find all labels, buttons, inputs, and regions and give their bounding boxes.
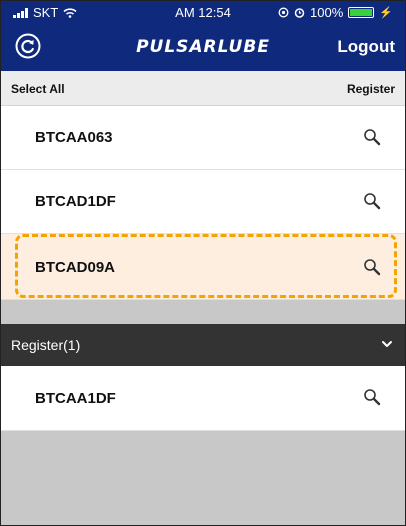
status-right: 100% ⚡: [278, 5, 393, 20]
registered-section-header[interactable]: Register(1): [1, 324, 405, 366]
alarm-icon: [294, 8, 305, 18]
select-all-button[interactable]: Select All: [11, 82, 65, 96]
device-row-highlighted[interactable]: BTCAD09A: [1, 234, 405, 300]
search-icon[interactable]: [363, 192, 381, 210]
app-header: PULSARLUBE Logout: [1, 25, 405, 71]
device-name: BTCAD1DF: [35, 193, 116, 210]
list-spacer: [1, 302, 405, 324]
registered-device-row[interactable]: BTCAA1DF: [1, 366, 405, 431]
phone-screen: SKT AM 12:54 100% ⚡ PULSARLUBE Logout Se…: [0, 0, 406, 526]
top-bar: SKT AM 12:54 100% ⚡ PULSARLUBE Logout: [1, 1, 405, 71]
section-title: Register(1): [11, 337, 81, 353]
device-row[interactable]: BTCAA063: [1, 106, 405, 170]
device-name: BTCAD09A: [35, 259, 116, 276]
battery-percent: 100%: [310, 5, 344, 20]
search-icon[interactable]: [363, 128, 381, 146]
chevron-down-icon[interactable]: [381, 338, 393, 350]
charging-icon: ⚡: [379, 7, 393, 19]
device-name: BTCAA1DF: [35, 390, 116, 407]
action-bar: Select All Register: [1, 71, 405, 106]
register-button[interactable]: Register: [347, 82, 395, 96]
empty-area: [1, 431, 405, 525]
device-row[interactable]: BTCAD1DF: [1, 170, 405, 234]
status-bar: SKT AM 12:54 100% ⚡: [1, 1, 405, 25]
device-name: BTCAA063: [35, 129, 113, 146]
logout-button[interactable]: Logout: [337, 37, 395, 57]
search-icon[interactable]: [363, 388, 381, 406]
location-icon: [278, 7, 289, 18]
battery-icon: [348, 7, 375, 18]
search-icon[interactable]: [363, 258, 381, 276]
